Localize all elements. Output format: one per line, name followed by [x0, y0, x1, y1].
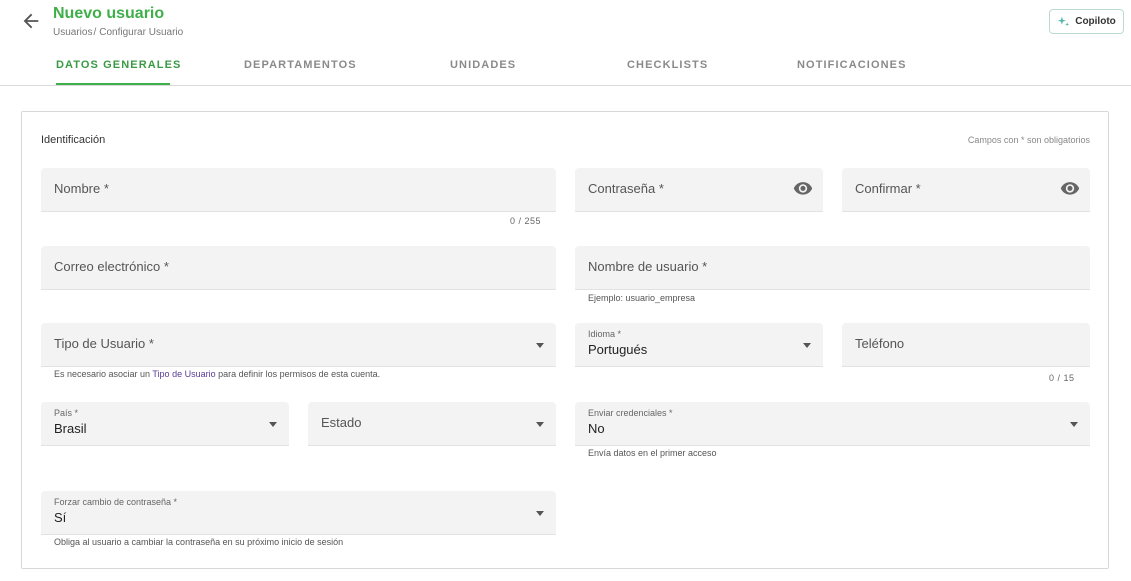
- forzar-cambio-hint: Obliga al usuario a cambiar la contraseñ…: [54, 537, 344, 547]
- tab-departamentos[interactable]: DEPARTAMENTOS: [244, 59, 357, 71]
- arrow-left-icon: [23, 13, 39, 29]
- nombre-field[interactable]: Nombre *: [41, 168, 556, 212]
- caret-down-icon: [536, 343, 544, 348]
- tabs-divider: [0, 85, 1131, 86]
- tab-datos-generales[interactable]: DATOS GENERALES: [56, 59, 182, 71]
- idioma-label: Idioma *: [588, 329, 622, 339]
- pais-select[interactable]: País * Brasil: [41, 402, 289, 446]
- enviar-credenciales-label: Enviar credenciales *: [588, 408, 673, 418]
- estado-label: Estado: [321, 415, 362, 430]
- confirmar-label: Confirmar *: [855, 181, 921, 196]
- idioma-select[interactable]: Idioma * Portugués: [575, 323, 823, 367]
- estado-select[interactable]: Estado: [308, 402, 556, 446]
- copilot-button[interactable]: Copiloto: [1049, 9, 1124, 34]
- correo-field[interactable]: Correo electrónico *: [41, 246, 556, 290]
- required-note: Campos con * son obligatorios: [967, 135, 1090, 145]
- tipo-usuario-link[interactable]: Tipo de Usuario: [152, 369, 215, 379]
- tab-unidades[interactable]: UNIDADES: [450, 59, 516, 71]
- tab-checklists[interactable]: CHECKLISTS: [627, 59, 708, 71]
- eye-icon[interactable]: [793, 180, 813, 196]
- nombre-usuario-label: Nombre de usuario *: [588, 259, 708, 274]
- idioma-value: Portugués: [588, 342, 648, 357]
- breadcrumb: Usuarios/Configurar Usuario: [53, 27, 183, 38]
- correo-label: Correo electrónico *: [54, 259, 169, 274]
- enviar-credenciales-value: No: [588, 421, 605, 436]
- telefono-counter: 0 / 15: [1049, 373, 1075, 383]
- forzar-cambio-select[interactable]: Forzar cambio de contraseña * Sí: [41, 491, 556, 535]
- tipo-usuario-hint-text-end: para definir los permisos de esta cuenta…: [215, 369, 381, 379]
- tab-notificaciones[interactable]: NOTIFICACIONES: [797, 59, 907, 71]
- forzar-cambio-value: Sí: [54, 510, 67, 525]
- forzar-cambio-label: Forzar cambio de contraseña *: [54, 497, 178, 507]
- breadcrumb-separator: /: [93, 27, 97, 38]
- caret-down-icon: [1070, 422, 1078, 427]
- copilot-label: Copiloto: [1075, 16, 1116, 27]
- caret-down-icon: [803, 343, 811, 348]
- pais-label: País *: [54, 408, 79, 418]
- nombre-usuario-field[interactable]: Nombre de usuario *: [575, 246, 1090, 290]
- nombre-counter: 0 / 255: [510, 216, 542, 226]
- breadcrumb-parent[interactable]: Usuarios: [53, 27, 92, 38]
- section-title: Identificación: [41, 134, 106, 146]
- sparkle-icon: [1058, 16, 1070, 27]
- telefono-label: Teléfono: [855, 336, 905, 351]
- tipo-usuario-select[interactable]: Tipo de Usuario *: [41, 323, 556, 367]
- tipo-usuario-hint-text: Es necesario asociar un: [54, 369, 153, 379]
- caret-down-icon: [536, 511, 544, 516]
- eye-icon[interactable]: [1060, 180, 1080, 196]
- telefono-field[interactable]: Teléfono: [842, 323, 1090, 367]
- caret-down-icon: [536, 422, 544, 427]
- back-button[interactable]: [20, 10, 42, 32]
- page-title: Nuevo usuario: [53, 5, 165, 22]
- caret-down-icon: [269, 422, 277, 427]
- enviar-credenciales-select[interactable]: Enviar credenciales * No: [575, 402, 1090, 446]
- breadcrumb-current: Configurar Usuario: [99, 27, 184, 38]
- nombre-label: Nombre *: [54, 181, 109, 196]
- contrasena-field[interactable]: Contraseña *: [575, 168, 823, 212]
- tipo-usuario-label: Tipo de Usuario *: [54, 336, 154, 351]
- enviar-credenciales-hint: Envía datos en el primer acceso: [588, 448, 717, 458]
- confirmar-field[interactable]: Confirmar *: [842, 168, 1090, 212]
- nombre-usuario-hint: Ejemplo: usuario_empresa: [588, 293, 696, 303]
- pais-value: Brasil: [54, 421, 87, 436]
- tipo-usuario-hint: Es necesario asociar un Tipo de Usuario …: [54, 369, 380, 379]
- contrasena-label: Contraseña *: [588, 181, 664, 196]
